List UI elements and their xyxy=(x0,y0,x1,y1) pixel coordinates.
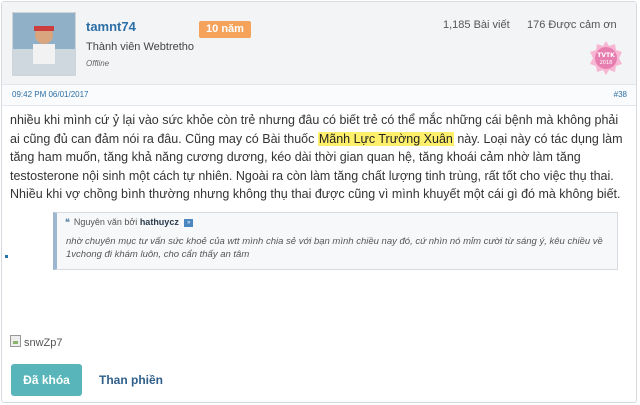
post-line: tăng ham muốn, tăng khả năng cương dương… xyxy=(10,150,581,164)
post-meta-bar: 09:42 PM 06/01/2017 #38 xyxy=(2,85,636,106)
post-line: Nhiều khi vợ chồng bình thường nhưng khô… xyxy=(10,187,621,201)
svg-text:TVTK: TVTK xyxy=(597,52,615,59)
username-link[interactable]: tamnt74 xyxy=(86,19,136,34)
thanks-count: 176 Được cảm ơn xyxy=(527,19,617,31)
post-line: ai cũng đủ can đảm nói ra đâu. Cũng may … xyxy=(10,130,625,149)
post-permalink[interactable]: #38 xyxy=(614,90,627,99)
post-text: này. Loại này có tác dụng làm xyxy=(453,131,623,146)
post-line: testosterone nội sinh một cách tự nhiên.… xyxy=(10,168,614,183)
quote-author[interactable]: hathuycz xyxy=(140,217,179,227)
quote-icon: ❝ xyxy=(65,217,70,227)
image-alt-text: snwZp7 xyxy=(24,337,63,349)
post-header: tamnt74 10 năm Thành viên Webtretho Offl… xyxy=(2,2,636,85)
svg-text:2018: 2018 xyxy=(600,60,613,66)
membership-badge: 10 năm xyxy=(199,21,251,38)
locked-button[interactable]: Đã khóa xyxy=(11,364,82,396)
broken-image-icon xyxy=(10,335,21,347)
quote-prefix: Nguyên văn bởi xyxy=(73,217,138,227)
post-line: nhiều khi mình cứ ỷ lại vào sức khỏe còn… xyxy=(10,113,619,127)
medal-icon: TVTK 2018 xyxy=(588,40,624,76)
highlighted-product-link[interactable]: Mãnh Lực Trường Xuân xyxy=(317,131,454,146)
post-text: ai cũng đủ can đảm nói ra đâu. Cũng may … xyxy=(10,131,318,146)
user-role: Thành viên Webtretho xyxy=(86,41,195,53)
quote-text: nhờ chuyên mục tư vấn sức khoẻ của wtt m… xyxy=(66,236,603,260)
edge-marker xyxy=(5,255,8,258)
post-content: nhiều khi mình cứ ỷ lại vào sức khỏe còn… xyxy=(10,111,625,204)
quote-block: ❝ Nguyên văn bởi hathuycz » nhờ chuyên mụ… xyxy=(53,212,618,270)
goto-post-icon[interactable]: » xyxy=(184,218,194,227)
broken-image: snwZp7 xyxy=(10,335,63,349)
online-status: Offline xyxy=(86,59,110,68)
quote-header: ❝ Nguyên văn bởi hathuycz » xyxy=(65,217,194,228)
post-count: 1,185 Bài viết xyxy=(443,19,510,31)
avatar[interactable] xyxy=(12,12,76,76)
post-date: 09:42 PM 06/01/2017 xyxy=(12,90,89,99)
report-button[interactable]: Than phiền xyxy=(90,364,172,396)
